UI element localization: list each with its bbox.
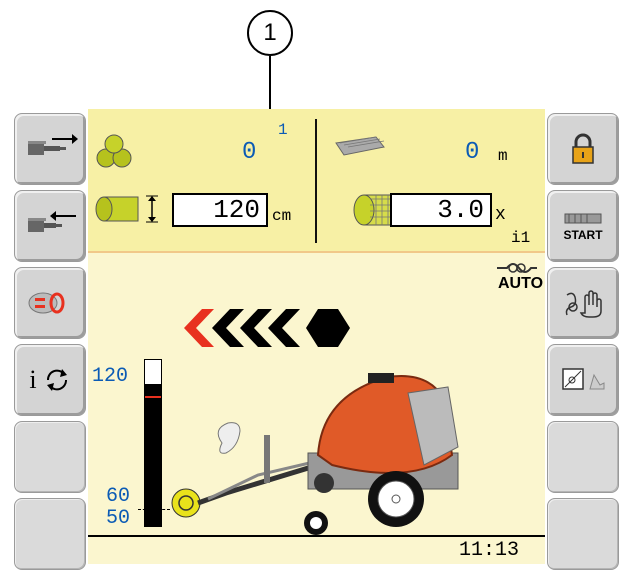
reset-counter-icon: [28, 292, 65, 314]
fill-gauge: [144, 359, 162, 527]
lock-icon: [572, 133, 594, 164]
steering-arrow-4: [268, 309, 300, 347]
steering-arrow-2: [212, 309, 244, 347]
preset-label: i1: [511, 229, 531, 247]
right-empty-softkey-2[interactable]: [547, 498, 619, 570]
net-length-unit: m: [498, 147, 508, 165]
cycle-icon: [46, 369, 67, 391]
lock-button[interactable]: [547, 113, 619, 185]
info-label: i: [29, 365, 37, 394]
right-empty-softkey-1[interactable]: [547, 421, 619, 493]
bale-count-index: 1: [278, 121, 288, 139]
start-wrap-icon: [564, 213, 602, 224]
gauge-mid-label: 60: [106, 485, 131, 508]
info-cycle-button[interactable]: i: [14, 344, 86, 416]
fill-gauge-bar: [145, 384, 161, 526]
net-roll-icon: [335, 136, 385, 156]
steering-arrow-5: [306, 309, 350, 347]
net-length-value: 0: [465, 139, 480, 166]
retract-icon: [28, 211, 76, 232]
clock: 11:13: [459, 539, 520, 562]
baler-illustration: [171, 373, 459, 535]
start-wrap-button[interactable]: START: [547, 190, 619, 262]
fill-gauge-target-marker: [145, 396, 161, 398]
reset-counter-button[interactable]: [14, 267, 86, 339]
counters-panel: 0 1 0 m 120 cm 3.0 x i1: [88, 109, 545, 253]
gauge-bottom-label: 50: [106, 507, 131, 530]
view-toggle-button[interactable]: [547, 344, 619, 416]
gauge-top-label: 120: [92, 365, 129, 388]
manual-auto-icon: [565, 290, 602, 318]
bale-stack-icon: [96, 134, 132, 168]
bale-diameter-field[interactable]: 120: [172, 193, 268, 227]
wrap-count-field[interactable]: 3.0: [390, 193, 492, 227]
extend-icon: [28, 134, 78, 155]
extend-button[interactable]: [14, 113, 86, 185]
view-toggle-icon: [562, 368, 605, 390]
knotter-mode-label: AUTO: [498, 275, 544, 292]
main-display: 0 1 0 m 120 cm 3.0 x i1 AUTO 120 60 50 1…: [88, 109, 545, 564]
steering-arrows: [184, 309, 350, 347]
gauge-min-line: [138, 509, 170, 511]
bale-count-value: 0: [242, 139, 257, 166]
callout-number: 1: [247, 10, 293, 56]
wrap-count-unit: x: [495, 205, 506, 225]
status-line: [88, 535, 545, 537]
steering-arrow-1: [184, 309, 214, 347]
left-empty-softkey-1[interactable]: [14, 421, 86, 493]
retract-button[interactable]: [14, 190, 86, 262]
left-empty-softkey-2[interactable]: [14, 498, 86, 570]
bale-diameter-icon: [95, 195, 158, 223]
start-label: START: [563, 228, 603, 242]
counters-divider: [315, 119, 317, 243]
manual-auto-button[interactable]: [547, 267, 619, 339]
steering-arrow-3: [240, 309, 272, 347]
bale-diameter-unit: cm: [272, 207, 292, 225]
